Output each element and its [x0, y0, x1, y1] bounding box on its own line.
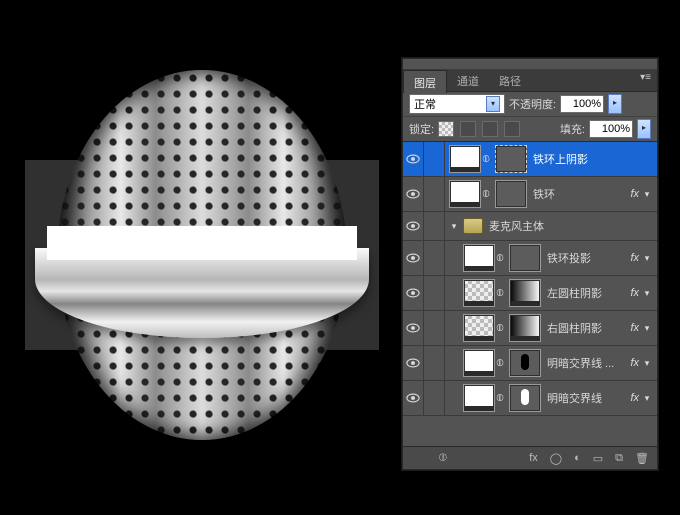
blend-mode-select[interactable]: 正常 ▾ [409, 94, 505, 114]
layer-thumbnail[interactable] [509, 384, 541, 412]
layer-name[interactable]: 铁环上阴影 [533, 151, 653, 167]
fill-label: 填充: [560, 121, 585, 137]
fx-expand-icon[interactable]: ▾ [641, 323, 653, 334]
layer-thumbnail[interactable] [449, 180, 481, 208]
fill-stepper[interactable]: ▸ [637, 119, 651, 139]
visibility-toggle[interactable] [403, 177, 424, 211]
new-layer-icon[interactable]: ⧉ [615, 452, 623, 465]
layer-thumbnail[interactable] [463, 244, 495, 272]
layer-row[interactable]: ⦶ 铁环上阴影 [403, 142, 657, 177]
opacity-input[interactable]: 100% [560, 95, 604, 113]
visibility-toggle[interactable] [403, 276, 424, 310]
fx-expand-icon[interactable]: ▾ [641, 358, 653, 369]
fx-expand-icon[interactable]: ▾ [641, 393, 653, 404]
layer-name[interactable]: 铁环 [533, 186, 630, 202]
layer-thumbnail[interactable] [509, 279, 541, 307]
link-layers-icon[interactable]: ⦶ [439, 452, 447, 465]
link-icon[interactable]: ⦶ [481, 189, 491, 200]
layer-name[interactable]: 左圆柱阴影 [547, 285, 630, 301]
blend-row: 正常 ▾ 不透明度: 100% ▸ [403, 92, 657, 117]
layer-row[interactable]: ⦶ 右圆柱阴影fx▾ [403, 311, 657, 346]
visibility-toggle[interactable] [403, 346, 424, 380]
fx-badge[interactable]: fx [630, 357, 639, 369]
new-group-icon[interactable]: ▭ [593, 452, 603, 465]
lock-all-icon[interactable] [504, 121, 520, 137]
visibility-toggle[interactable] [403, 142, 424, 176]
layer-name[interactable]: 明暗交界线 [547, 390, 630, 406]
layer-row[interactable]: ⦶ 铁环fx▾ [403, 177, 657, 212]
lock-position-icon[interactable] [482, 121, 498, 137]
layer-thumbnail[interactable] [463, 314, 495, 342]
fx-expand-icon[interactable]: ▾ [641, 253, 653, 264]
layer-row[interactable]: ⦶ 铁环投影fx▾ [403, 241, 657, 276]
link-icon[interactable]: ⦶ [495, 393, 505, 404]
tab-paths[interactable]: 路径 [489, 69, 531, 91]
layer-thumbnail[interactable] [463, 279, 495, 307]
layer-thumbnail[interactable] [495, 145, 527, 173]
document-canvas[interactable] [25, 160, 379, 350]
fx-badge[interactable]: fx [630, 392, 639, 404]
link-icon[interactable]: ⦶ [481, 154, 491, 165]
layer-thumbnail[interactable] [495, 180, 527, 208]
layer-thumbnail[interactable] [509, 349, 541, 377]
trash-icon[interactable]: 🗑 [635, 452, 649, 465]
visibility-toggle[interactable] [403, 311, 424, 345]
opacity-stepper[interactable]: ▸ [608, 94, 622, 114]
fx-menu-icon[interactable]: fx [529, 452, 538, 464]
layer-name[interactable]: 明暗交界线 ... [547, 355, 630, 371]
folder-icon [463, 218, 483, 234]
panel-footer: ⦶ fx ◯ ◐ ▭ ⧉ 🗑 [403, 446, 657, 469]
opacity-label: 不透明度: [509, 96, 556, 112]
layer-group[interactable]: ▾ 麦克风主体 [403, 212, 657, 241]
lock-row: 锁定: 填充: 100% ▸ [403, 117, 657, 142]
link-icon[interactable]: ⦶ [495, 253, 505, 264]
panel-tabs: 图层 通道 路径 ▾≡ [403, 69, 657, 92]
disclosure-icon[interactable]: ▾ [449, 221, 459, 232]
layer-thumbnail[interactable] [463, 349, 495, 377]
layer-name[interactable]: 右圆柱阴影 [547, 320, 630, 336]
fx-expand-icon[interactable]: ▾ [641, 189, 653, 200]
blend-mode-value: 正常 [414, 96, 436, 112]
visibility-toggle[interactable] [403, 381, 424, 415]
link-icon[interactable]: ⦶ [495, 358, 505, 369]
fill-input[interactable]: 100% [589, 120, 633, 138]
link-icon[interactable]: ⦶ [495, 288, 505, 299]
link-icon[interactable]: ⦶ [495, 323, 505, 334]
layer-name[interactable]: 麦克风主体 [489, 218, 657, 234]
tab-layers[interactable]: 图层 [403, 70, 447, 93]
mask-icon[interactable]: ◯ [550, 452, 562, 465]
fx-badge[interactable]: fx [630, 287, 639, 299]
lock-pixels-icon[interactable] [460, 121, 476, 137]
layer-row[interactable]: ⦶ 明暗交界线 ...fx▾ [403, 346, 657, 381]
adjustment-layer-icon[interactable]: ◐ [574, 452, 581, 464]
layer-list: ⦶铁环上阴影⦶铁环fx▾▾麦克风主体⦶铁环投影fx▾⦶左圆柱阴影fx▾⦶右圆柱阴… [403, 141, 657, 447]
visibility-toggle[interactable] [403, 241, 424, 275]
fx-badge[interactable]: fx [630, 188, 639, 200]
layer-row[interactable]: ⦶ 左圆柱阴影fx▾ [403, 276, 657, 311]
lock-icons [438, 121, 523, 137]
fx-expand-icon[interactable]: ▾ [641, 288, 653, 299]
layers-panel: 图层 通道 路径 ▾≡ 正常 ▾ 不透明度: 100% ▸ 锁定: 填充: 10… [402, 58, 658, 470]
fx-badge[interactable]: fx [630, 322, 639, 334]
visibility-toggle[interactable] [403, 209, 424, 243]
layer-row[interactable]: ⦶ 明暗交界线fx▾ [403, 381, 657, 416]
layer-name[interactable]: 铁环投影 [547, 250, 630, 266]
layer-thumbnail[interactable] [509, 314, 541, 342]
layer-thumbnail[interactable] [463, 384, 495, 412]
lock-label: 锁定: [409, 121, 434, 137]
layer-thumbnail[interactable] [509, 244, 541, 272]
chevron-down-icon: ▾ [486, 96, 500, 112]
lock-transparency-icon[interactable] [438, 121, 454, 137]
artwork-highlight-bar [47, 226, 357, 260]
tab-channels[interactable]: 通道 [447, 69, 489, 91]
fx-badge[interactable]: fx [630, 252, 639, 264]
layer-thumbnail[interactable] [449, 145, 481, 173]
panel-menu-icon[interactable]: ▾≡ [640, 69, 657, 91]
